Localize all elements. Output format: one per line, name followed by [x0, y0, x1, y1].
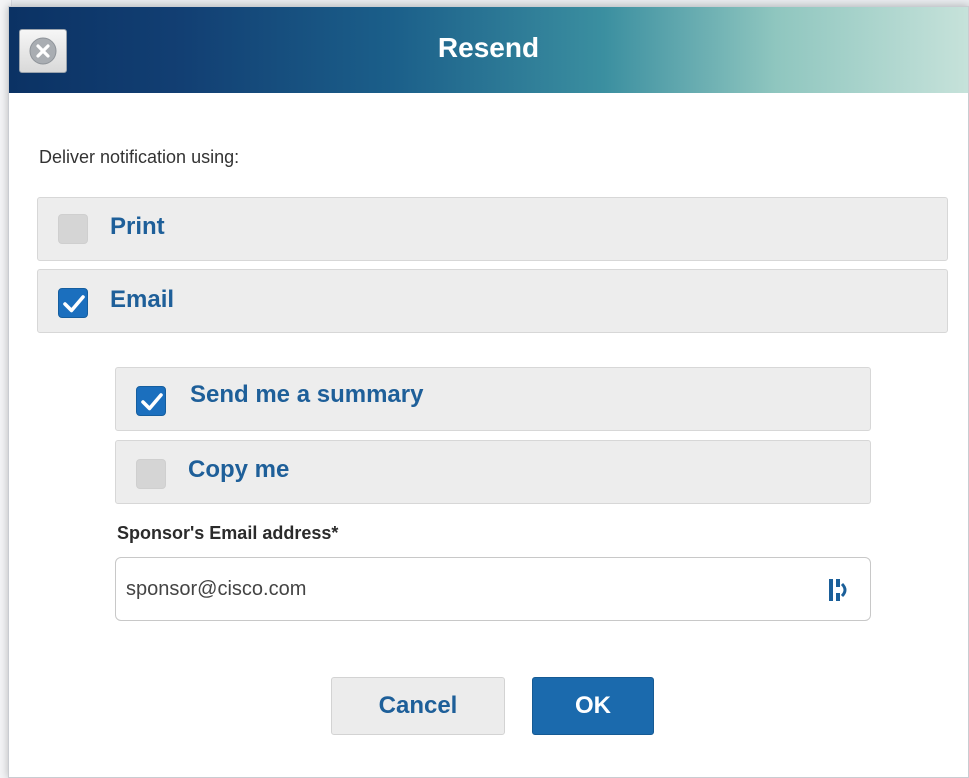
- ok-button[interactable]: OK: [532, 677, 654, 735]
- sponsor-email-input[interactable]: [126, 558, 806, 620]
- checkmark-icon: [141, 393, 163, 411]
- cancel-button[interactable]: Cancel: [331, 677, 505, 735]
- option-copy-me[interactable]: Copy me: [115, 440, 871, 504]
- dialog-title: Resend: [437, 32, 540, 63]
- sponsor-email-label: Sponsor's Email address*: [117, 523, 339, 543]
- option-email[interactable]: Email: [37, 269, 948, 333]
- option-send-summary[interactable]: Send me a summary: [115, 367, 871, 431]
- email-label: Email: [110, 286, 175, 313]
- contact-card-icon[interactable]: [828, 576, 850, 604]
- resend-dialog: Resend Deliver notification using: Print…: [8, 6, 969, 778]
- email-checkbox[interactable]: [58, 288, 88, 318]
- sponsor-email-field[interactable]: [115, 557, 871, 621]
- copy-me-checkbox[interactable]: [136, 459, 166, 489]
- close-icon: [29, 37, 57, 65]
- option-print[interactable]: Print: [37, 197, 948, 261]
- send-summary-label: Send me a summary: [190, 381, 424, 408]
- copy-me-label: Copy me: [188, 456, 290, 483]
- deliver-notification-label: Deliver notification using:: [39, 147, 240, 167]
- print-label: Print: [110, 213, 165, 240]
- send-summary-checkbox[interactable]: [136, 386, 166, 416]
- close-button[interactable]: [19, 29, 67, 73]
- checkmark-icon: [63, 295, 85, 313]
- print-checkbox[interactable]: [58, 214, 88, 244]
